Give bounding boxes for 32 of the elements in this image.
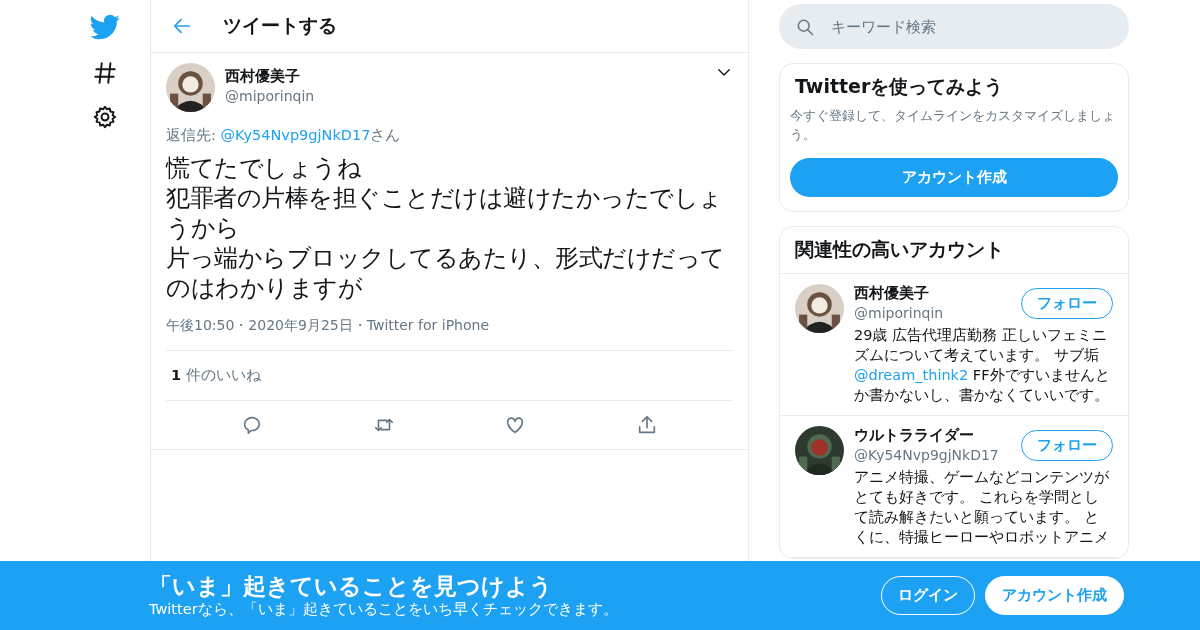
card-title: 関連性の高いアカウント	[780, 227, 1128, 274]
bird-logo-icon[interactable]	[90, 12, 120, 42]
follow-button[interactable]: フォロー	[1021, 430, 1113, 461]
settings-icon[interactable]	[92, 104, 118, 130]
search-field[interactable]: キーワード検索	[829, 16, 1093, 37]
hashtag-icon[interactable]	[92, 60, 118, 86]
account-bio: 29歳 広告代理店勤務 正しいフェミニズムについて考えています。 サブ垢 @dream_think2 FF外ですいませんとか書かないし、書かなくていいです。	[854, 326, 1111, 405]
banner-subtitle: Twitterなら、「いま」起きていることをいち早くチェックできます。	[149, 600, 619, 619]
page-title: ツイートする	[223, 13, 337, 38]
likes-count-text[interactable]: 1 件のいいね	[171, 366, 262, 385]
account-name[interactable]: 西村優美子	[854, 284, 944, 303]
card-title: Twitterを使ってみよう	[794, 74, 1005, 99]
tweet-text-line: 犯罪者の片棒を担ぐことだけは避けたかったでしょうから	[166, 183, 724, 243]
account-name[interactable]: ウルトラライダー	[854, 426, 999, 445]
author-handle[interactable]: @miporinqin	[225, 88, 705, 104]
mention-link[interactable]: @Ky54Nvp9gjNkD17	[220, 127, 371, 143]
account-handle[interactable]: @miporinqin	[854, 305, 944, 321]
account-handle[interactable]: @Ky54Nvp9gjNkD17	[854, 447, 999, 463]
create-account-button[interactable]: アカウント作成	[790, 158, 1118, 197]
follow-button[interactable]: フォロー	[1021, 288, 1113, 319]
login-button[interactable]: ログイン	[881, 576, 975, 615]
mention-link[interactable]: @dream_think2	[854, 367, 969, 383]
tweet-timestamp[interactable]: 午後10:50・2020年9月25日・Twitter for iPhone	[166, 317, 733, 335]
banner-title: 「いま」起きていることを見つけよう	[149, 572, 554, 600]
tweet-text-line: 片っ端からブロックしてるあたり、形式だけだってのはわかりますが	[166, 243, 726, 303]
search-bar[interactable]: キーワード検索	[779, 4, 1129, 49]
author-name[interactable]: 西村優美子	[225, 67, 705, 86]
reply-to-text: 返信先: @Ky54Nvp9gjNkD17さん	[166, 126, 402, 145]
tweet-text-line: 慌てたでしょうね	[166, 153, 362, 183]
card-description: 今すぐ登録して、タイムラインをカスタマイズしましょう。	[789, 107, 1116, 144]
signup-button[interactable]: アカウント作成	[985, 576, 1124, 615]
account-bio: アニメ特撮、ゲームなどコンテンツがとても好きです。 これらを学問として読み解きたいと願っています。 とくに、特撮ヒーローやロボットアニメ	[854, 468, 1110, 547]
